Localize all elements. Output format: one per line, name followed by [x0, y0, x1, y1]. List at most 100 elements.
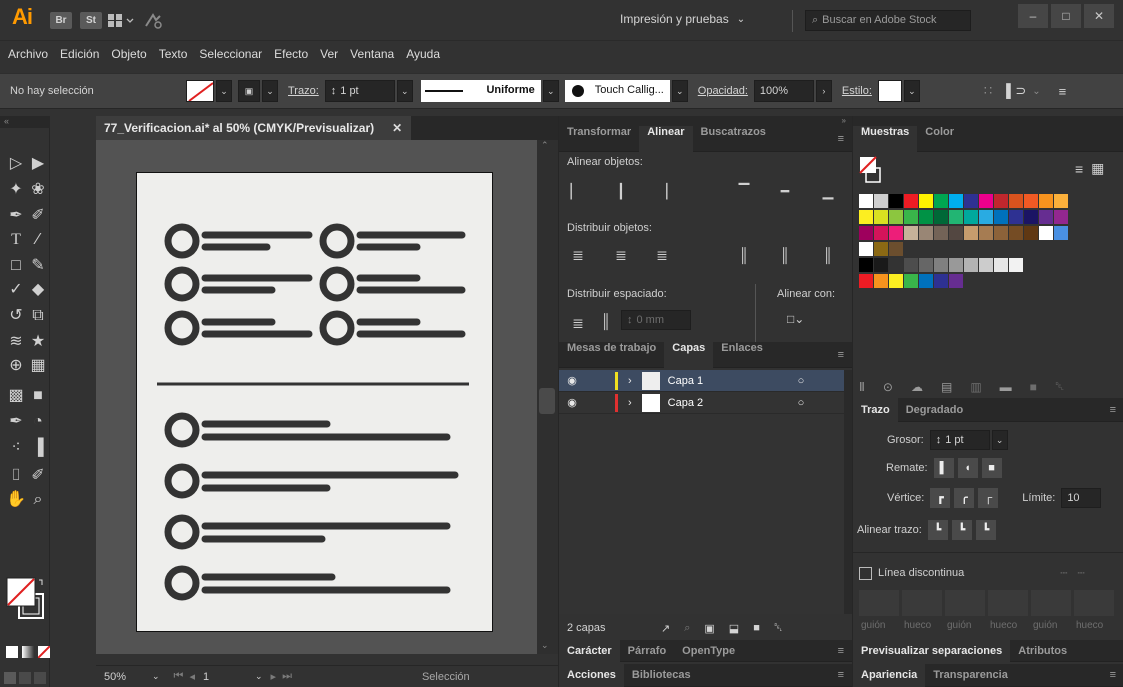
- color-swatch[interactable]: [889, 242, 903, 256]
- menu-texto[interactable]: Texto: [159, 47, 188, 61]
- color-swatch[interactable]: [859, 258, 873, 272]
- scroll-up-icon[interactable]: ⌃: [541, 140, 549, 151]
- tab-mesas-de-trabajo[interactable]: Mesas de trabajo: [559, 342, 664, 368]
- color-swatch[interactable]: [949, 274, 963, 288]
- align-to-dropdown[interactable]: □⌄: [787, 312, 804, 326]
- color-swatch[interactable]: [1009, 226, 1023, 240]
- graphic-style-swatch[interactable]: [877, 80, 902, 102]
- symbol-sprayer-tool-icon[interactable]: ⁖: [6, 438, 26, 458]
- distribute-vcenter-icon[interactable]: ≣: [614, 248, 628, 262]
- canvas[interactable]: [96, 140, 558, 654]
- panel-menu-icon[interactable]: ≡: [838, 669, 844, 681]
- fill-stroke-indicator[interactable]: [6, 576, 46, 622]
- stroke-weight-field[interactable]: ↕ 1 pt: [324, 80, 395, 102]
- align-stroke-center-icon[interactable]: ┗: [927, 520, 948, 540]
- mesh-tool-icon[interactable]: ▩: [6, 386, 26, 406]
- draw-normal-icon[interactable]: [4, 672, 16, 684]
- align-hcenter-icon[interactable]: ┃: [614, 184, 628, 198]
- color-swatch[interactable]: [1039, 210, 1053, 224]
- align-left-icon[interactable]: ▏: [569, 184, 583, 198]
- draw-behind-icon[interactable]: [19, 672, 31, 684]
- layers-scrollbar[interactable]: [844, 370, 852, 614]
- limit-field[interactable]: 10: [1061, 488, 1102, 508]
- export-icon[interactable]: ↗: [661, 622, 670, 635]
- color-swatch[interactable]: [1024, 194, 1038, 208]
- dash-preserve-icon[interactable]: ┄: [1060, 566, 1067, 580]
- color-swatch[interactable]: [859, 194, 873, 208]
- color-swatch[interactable]: [1054, 210, 1068, 224]
- gpu-performance-icon[interactable]: [144, 12, 164, 30]
- swatch-kind-icon[interactable]: ⊙: [883, 380, 893, 394]
- color-swatch[interactable]: [919, 210, 933, 224]
- align-stroke-inside-icon[interactable]: ┗: [951, 520, 972, 540]
- perspective-grid-tool-icon[interactable]: ▦: [28, 356, 48, 376]
- active-fill-stroke[interactable]: [859, 156, 883, 186]
- tab-previsualizar-separaciones[interactable]: Previsualizar separaciones: [853, 639, 1011, 662]
- color-swatch[interactable]: [934, 274, 948, 288]
- color-swatch[interactable]: [979, 210, 993, 224]
- artboard-dropdown-icon[interactable]: ⌄: [255, 671, 263, 682]
- scale-tool-icon[interactable]: ⧉: [28, 306, 48, 326]
- dash-field[interactable]: [1031, 590, 1071, 616]
- color-swatch[interactable]: [949, 194, 963, 208]
- distribute-hspace-icon[interactable]: ║: [599, 314, 613, 328]
- color-swatch[interactable]: [919, 194, 933, 208]
- dashed-line-checkbox[interactable]: [859, 566, 872, 580]
- layer-name[interactable]: Capa 1: [668, 375, 798, 387]
- document-tab[interactable]: 77_Verificacion.ai* al 50% (CMYK/Previsu…: [96, 116, 411, 140]
- menu-ventana[interactable]: Ventana: [350, 47, 394, 61]
- stroke-weight-dropdown[interactable]: ⌄: [396, 80, 413, 102]
- artboard-tool-icon[interactable]: ⌷: [6, 466, 26, 486]
- color-swatch[interactable]: [904, 258, 918, 272]
- dash-field[interactable]: [859, 590, 899, 616]
- color-swatch[interactable]: [919, 258, 933, 272]
- weight-dropdown[interactable]: ⌄: [991, 430, 1008, 450]
- stroke-label[interactable]: Trazo:: [288, 85, 319, 97]
- eraser-tool-icon[interactable]: ◆: [28, 280, 48, 300]
- arrange-documents-icon[interactable]: [108, 13, 136, 28]
- panel-menu-icon[interactable]: ≡: [838, 133, 844, 145]
- new-color-group-icon[interactable]: ▥: [970, 380, 981, 394]
- scroll-down-icon[interactable]: ⌄: [541, 640, 549, 651]
- stroke-swatch[interactable]: ▣: [238, 80, 260, 102]
- puppet-warp-tool-icon[interactable]: ★: [28, 332, 48, 352]
- color-swatch[interactable]: [874, 242, 888, 256]
- panel-menu-icon[interactable]: ≡: [1059, 84, 1067, 99]
- expand-icon[interactable]: ›: [628, 375, 632, 387]
- tab-transformar[interactable]: Transformar: [559, 126, 639, 152]
- shaper-tool-icon[interactable]: ✓: [6, 280, 26, 300]
- distribute-vspace-icon[interactable]: ≣: [571, 316, 585, 330]
- color-swatch[interactable]: [994, 210, 1008, 224]
- maximize-button[interactable]: □: [1051, 4, 1081, 28]
- lasso-tool-icon[interactable]: ❀: [28, 180, 48, 200]
- locate-object-icon[interactable]: ⌕: [684, 622, 690, 635]
- align-top-icon[interactable]: ▔: [737, 184, 751, 198]
- grid-icon[interactable]: ∷: [984, 83, 992, 99]
- new-sublayer-icon[interactable]: ⬓: [729, 622, 739, 635]
- color-swatch[interactable]: [859, 274, 873, 288]
- tab-bibliotecas[interactable]: Bibliotecas: [624, 664, 699, 687]
- color-button[interactable]: [6, 646, 18, 658]
- color-swatch[interactable]: [949, 226, 963, 240]
- color-swatch[interactable]: [934, 210, 948, 224]
- color-swatch[interactable]: [904, 210, 918, 224]
- distribute-left-icon[interactable]: ║: [737, 248, 751, 262]
- color-swatch[interactable]: [964, 194, 978, 208]
- direct-selection-tool-icon[interactable]: ▶: [28, 154, 48, 174]
- color-swatch[interactable]: [889, 274, 903, 288]
- stock-button[interactable]: St: [80, 12, 102, 29]
- last-artboard-icon[interactable]: ⏭: [282, 670, 292, 683]
- butt-cap-icon[interactable]: ▌: [933, 458, 954, 478]
- spacing-field[interactable]: ↕ 0 mm: [621, 310, 691, 330]
- minimize-button[interactable]: –: [1018, 4, 1048, 28]
- align-bottom-icon[interactable]: ▁: [821, 184, 835, 198]
- none-button[interactable]: [38, 646, 50, 658]
- color-swatch[interactable]: [979, 194, 993, 208]
- dash-field[interactable]: [945, 590, 985, 616]
- fill-dropdown[interactable]: ⌄: [216, 80, 232, 102]
- arrange-icon[interactable]: ▌⊃: [1006, 83, 1026, 99]
- shape-builder-tool-icon[interactable]: ⊕: [6, 356, 26, 376]
- distribute-top-icon[interactable]: ≣: [571, 248, 585, 262]
- dash-align-icon[interactable]: ┄: [1077, 566, 1084, 580]
- new-layer-icon[interactable]: ■: [753, 622, 760, 634]
